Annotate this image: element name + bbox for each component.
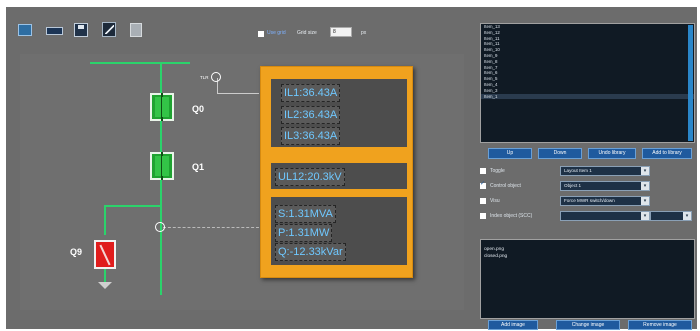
option-index-object: Index object (SCC) ▾ ▾ (480, 211, 695, 222)
grid-size-input[interactable]: 8 (330, 27, 352, 37)
app-window: Use grid Grid size 8 px Q0 Q1 Q9 TLR IL1 (6, 7, 697, 330)
transformer-tag: TLR (200, 75, 209, 80)
add-image-button[interactable]: Add image (488, 320, 538, 330)
main-busbar (90, 62, 190, 64)
ground-line (104, 269, 106, 283)
control-object-checkbox[interactable] (480, 180, 486, 189)
chevron-down-icon: ▾ (641, 197, 649, 205)
option-control-object: Control object Object 1 ▾ (480, 180, 695, 192)
visu-checkbox[interactable] (480, 198, 486, 204)
voltage-ul12: UL12:20.3kV (275, 168, 345, 186)
use-grid-checkbox[interactable] (258, 31, 264, 37)
screen-icon[interactable] (46, 27, 63, 35)
power-reactive: Q:-12.33kVar (275, 243, 346, 261)
diagram-canvas[interactable]: Q0 Q1 Q9 TLR IL1:36.43A IL2:36.43A IL3:3… (20, 54, 464, 310)
grid-size-label: Grid size (297, 30, 317, 36)
toggle-select[interactable]: Layout Item 1 ▾ (560, 166, 650, 176)
visu-label: Visu (490, 198, 500, 204)
chevron-down-icon: ▾ (683, 212, 691, 220)
visu-select[interactable]: Force MWR switch/down ▾ (560, 196, 650, 206)
current-il2: IL2:36.43A (281, 106, 341, 124)
index-object-checkbox[interactable] (480, 213, 486, 219)
chevron-down-icon: ▾ (641, 167, 649, 175)
current-il1: IL1:36.43A (281, 84, 341, 102)
breaker-q1-label: Q1 (192, 162, 205, 172)
toggle-label: Toggle (490, 168, 505, 174)
items-scrollbar[interactable] (688, 25, 693, 141)
use-grid-label: Use grid (267, 30, 286, 36)
index-object-label: Index object (SCC) (490, 213, 533, 219)
index-object-secondary-select[interactable]: ▾ (650, 211, 692, 221)
remove-image-button[interactable]: Remove image (628, 320, 692, 330)
power-active: P:1.31MW (275, 224, 333, 242)
open-icon[interactable] (18, 24, 32, 36)
up-button[interactable]: Up (488, 148, 532, 159)
down-button[interactable]: Down (538, 148, 582, 159)
chevron-down-icon: ▾ (641, 212, 649, 220)
control-object-select[interactable]: Object 1 ▾ (560, 181, 650, 191)
current-il3: IL3:36.43A (281, 127, 341, 145)
pages-icon[interactable] (130, 23, 142, 37)
grid-size-unit: px (361, 30, 367, 36)
option-visu: Visu Force MWR switch/down ▾ (480, 196, 695, 207)
index-object-select[interactable]: ▾ (560, 211, 650, 221)
ct-connector (163, 227, 259, 228)
option-toggle: Toggle Layout Item 1 ▾ (480, 166, 695, 177)
transformer-connector (217, 93, 259, 94)
add-to-library-button[interactable]: Add to library (642, 148, 692, 159)
images-list[interactable]: open.png closed.png (480, 239, 695, 319)
breaker-q9-label: Q9 (70, 247, 83, 257)
chevron-down-icon: ▾ (641, 182, 649, 190)
undo-library-button[interactable]: Undo library (588, 148, 636, 159)
list-item[interactable]: Item_1 (481, 93, 694, 100)
branch-drop (104, 205, 106, 235)
ground-icon (98, 282, 112, 289)
branch-line (104, 205, 160, 207)
chart-icon[interactable] (102, 22, 116, 37)
items-list[interactable]: Item_13 Item_12 Item_11 Item_11 Item_10 … (480, 23, 695, 143)
control-object-label: Control object (490, 183, 521, 189)
breaker-q9[interactable] (94, 240, 116, 269)
control-object-select-value: Object 1 (564, 183, 582, 188)
measurement-panel[interactable]: IL1:36.43A IL2:36.43A IL3:36.43A UL12:20… (260, 66, 413, 278)
save-icon[interactable] (74, 23, 88, 37)
list-item[interactable]: closed.png (481, 253, 694, 260)
breaker-q0-label: Q0 (192, 104, 205, 114)
power-apparent: S:1.31MVA (275, 205, 336, 223)
breaker-q1[interactable] (150, 152, 174, 180)
current-transformer-icon[interactable] (155, 222, 165, 232)
toggle-select-value: Layout Item 1 (564, 168, 592, 173)
visu-select-value: Force MWR switch/down (564, 198, 615, 203)
transformer-icon[interactable] (211, 72, 221, 82)
list-item[interactable]: open.png (481, 246, 694, 253)
change-image-button[interactable]: Change image (556, 320, 620, 330)
breaker-q0[interactable] (150, 93, 174, 121)
toggle-checkbox[interactable] (480, 168, 486, 174)
